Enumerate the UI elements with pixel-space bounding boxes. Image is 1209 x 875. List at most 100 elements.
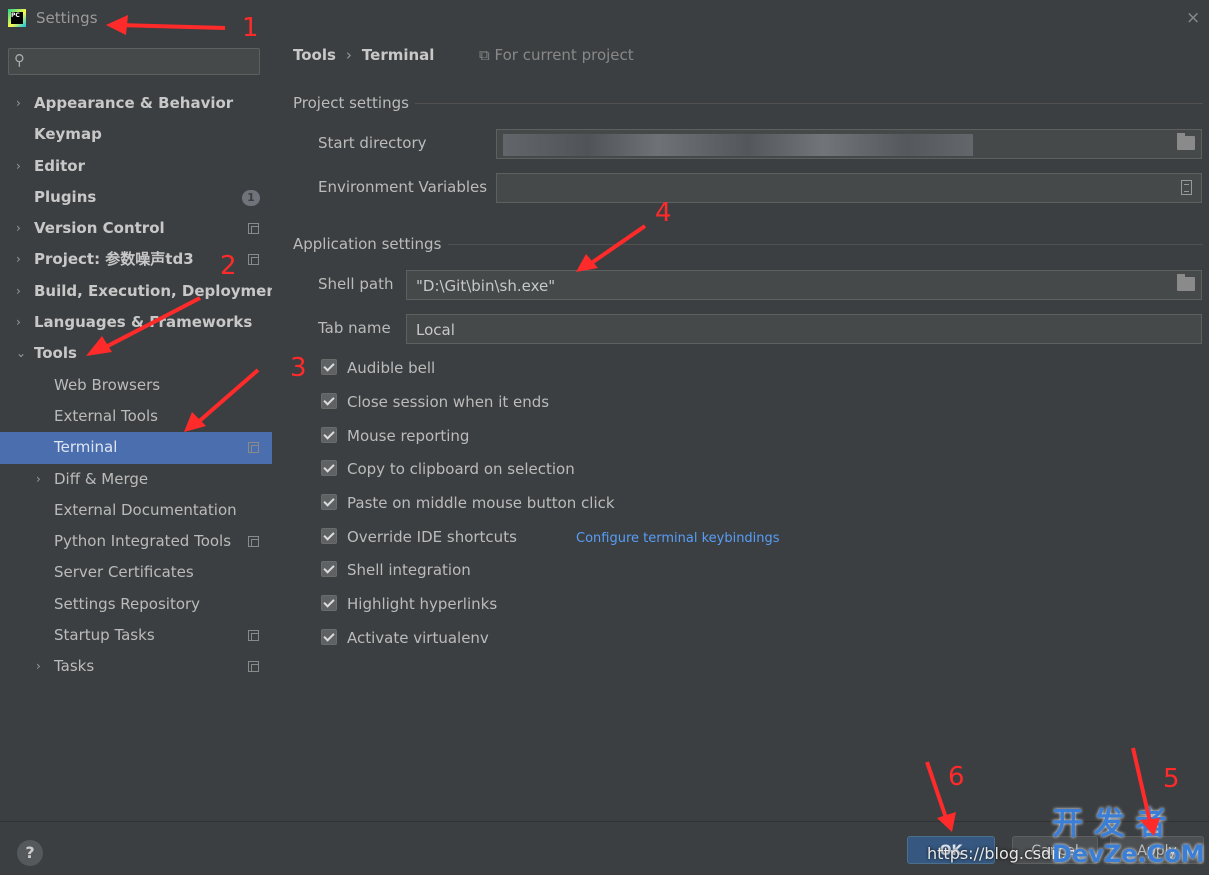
checkbox[interactable] [321,629,337,645]
annotation-number-5: 5 [1163,764,1180,794]
sidebar-item[interactable]: › Tasks [0,651,272,682]
annotation-number-2: 2 [220,251,237,281]
chevron-right-icon[interactable]: › [36,651,41,682]
watermark-brand-top: 开 发 者 [1052,806,1167,842]
sidebar-item[interactable]: › Diff & Merge [0,464,272,495]
sidebar-item[interactable]: Keymap [0,119,272,150]
copy-icon: ⧉ [479,46,490,64]
chevron-right-icon[interactable]: › [16,213,21,244]
sidebar-item-label: Tasks [54,657,95,676]
search-box[interactable]: ⚲ [8,48,260,75]
sidebar-item-label: Settings Repository [54,594,201,613]
project-settings-heading: Project settings [293,94,409,112]
sidebar-item[interactable]: › Languages & Frameworks [0,307,272,338]
help-button[interactable]: ? [17,840,43,866]
annotation-number-4: 4 [655,198,672,228]
project-level-icon [248,223,259,235]
sidebar-item[interactable]: External Tools [0,401,272,432]
chevron-right-icon[interactable]: › [16,244,21,275]
breadcrumb: Tools › Terminal [293,46,434,64]
folder-icon[interactable] [1177,274,1195,291]
sidebar-item[interactable]: Python Integrated Tools [0,526,272,557]
tab-name-input[interactable] [414,320,1172,340]
env-vars-input[interactable] [504,179,1172,199]
scope-label: For current project [494,46,634,64]
project-level-icon [248,630,259,642]
settings-panel: Tools › Terminal ⧉ For current project Pro… [272,36,1209,821]
sidebar-item[interactable]: › Version Control [0,213,272,244]
search-icon[interactable]: ⚲ [14,51,25,69]
checkbox[interactable] [321,561,337,577]
checkbox[interactable] [321,359,337,375]
checkbox-label: Activate virtualenv [347,629,489,647]
chevron-right-icon[interactable]: › [16,151,21,182]
checkbox[interactable] [321,427,337,443]
shell-path-field[interactable] [406,270,1202,300]
sidebar-item-label: Python Integrated Tools [54,532,232,551]
annotation-number-6: 6 [948,762,965,792]
breadcrumb-root[interactable]: Tools [293,46,336,64]
sidebar-item[interactable]: Terminal [0,432,272,464]
sidebar-item-label: Tools [34,344,77,363]
env-vars-label: Environment Variables [318,178,488,196]
section-divider [415,103,1203,104]
start-directory-input[interactable] [504,135,1172,155]
sidebar-item-label: Diff & Merge [54,469,149,488]
checkbox-label: Close session when it ends [347,393,550,411]
search-input[interactable] [37,52,256,72]
sidebar-item[interactable]: ⌄ Tools [0,338,272,369]
sidebar-item[interactable]: › Appearance & Behavior [0,88,272,119]
chevron-down-icon[interactable]: ⌄ [16,338,26,369]
close-icon[interactable]: × [1186,8,1200,28]
scope-hint: ⧉ For current project [479,46,634,64]
section-divider [448,244,1203,245]
project-level-icon [248,536,259,548]
checkbox-label: Override IDE shortcuts [347,528,517,546]
sidebar-item-label: Editor [34,156,85,175]
sidebar-item-label: Build, Execution, Deployment [34,281,285,300]
sidebar-item-label: Version Control [34,219,165,238]
sidebar-item-label: Plugins [34,187,97,206]
title-bar: PC Settings × [0,0,1209,36]
project-level-icon [248,254,259,266]
document-icon[interactable] [1181,180,1192,195]
sidebar-item[interactable]: Server Certificates [0,557,272,588]
configure-keybindings-link[interactable]: Configure terminal keybindings [576,527,780,551]
sidebar-item[interactable]: › Editor [0,151,272,182]
sidebar-item[interactable]: Startup Tasks [0,620,272,651]
breadcrumb-separator: › [345,46,352,64]
env-vars-field[interactable] [496,173,1202,203]
sidebar-item-label: Project: 参数噪声td3 [34,250,194,269]
folder-icon[interactable] [1177,133,1195,150]
tab-name-label: Tab name [318,319,391,337]
checkbox-label: Shell integration [347,561,471,579]
chevron-right-icon[interactable]: › [16,276,21,307]
shell-path-label: Shell path [318,275,394,293]
watermark-brand-bottom: DevZe.CoM [1052,840,1205,868]
sidebar-item[interactable]: External Documentation [0,495,272,526]
sidebar-item-label: Terminal [54,438,118,457]
sidebar-item[interactable]: Settings Repository [0,589,272,620]
shell-path-input[interactable] [414,276,1172,296]
checkbox-label: Highlight hyperlinks [347,595,498,613]
checkbox[interactable] [321,528,337,544]
tab-name-field[interactable] [406,314,1202,344]
settings-tree: › Appearance & Behavior Keymap › Editor Plugi… [0,88,284,683]
sidebar-item[interactable]: Plugins 1 [0,182,272,213]
sidebar-item[interactable]: Web Browsers [0,370,272,401]
chevron-right-icon[interactable]: › [36,464,41,495]
checkbox[interactable] [321,595,337,611]
sidebar-item-label: Web Browsers [54,375,161,394]
project-level-icon [248,442,259,454]
breadcrumb-current: Terminal [361,46,435,64]
sidebar-item-label: Server Certificates [54,563,194,582]
checkbox-label: Audible bell [347,359,436,377]
start-directory-field[interactable] [496,129,1202,159]
checkbox[interactable] [321,393,337,409]
checkbox[interactable] [321,494,337,510]
checkbox-label: Paste on middle mouse button click [347,494,615,512]
sidebar-item-label: Languages & Frameworks [34,313,253,332]
chevron-right-icon[interactable]: › [16,88,21,119]
checkbox[interactable] [321,460,337,476]
chevron-right-icon[interactable]: › [16,307,21,338]
